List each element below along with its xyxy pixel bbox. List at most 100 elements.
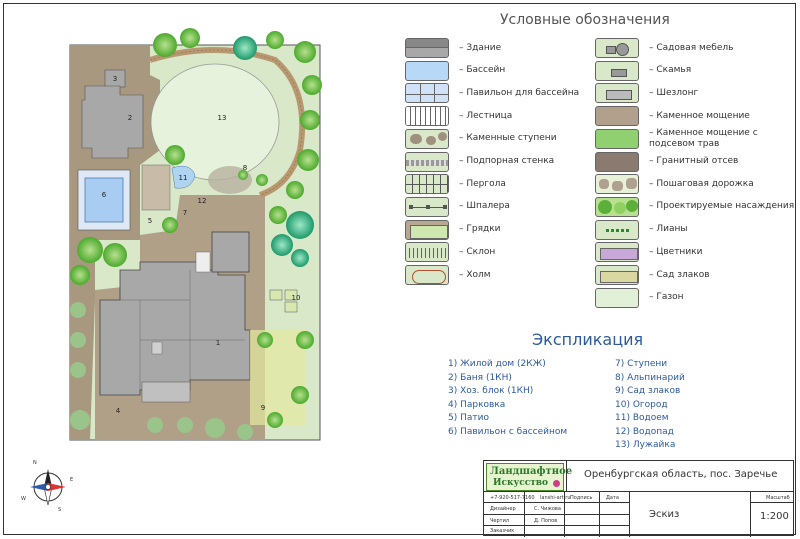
legend-label: – Цветники bbox=[649, 246, 703, 257]
scale-label: Масштаб bbox=[766, 495, 790, 501]
legend-label: – Гранитный отсев bbox=[649, 156, 739, 166]
plan-label-6: 6 bbox=[102, 191, 107, 199]
explication-item-left-3: 4) Парковка bbox=[448, 399, 506, 410]
legend-item-right-0: – Садовая мебель bbox=[595, 38, 733, 58]
stone-steps-swatch bbox=[405, 128, 449, 149]
compass-west: W bbox=[21, 496, 26, 502]
compass-north: N bbox=[33, 460, 37, 466]
col-signature: Подпись bbox=[570, 495, 593, 501]
legend-item-right-8: – Лианы bbox=[595, 219, 688, 240]
title-block: Ландшафтное Искусство Оренбургская облас… bbox=[483, 460, 794, 537]
designer-name: С. Чижова bbox=[534, 506, 561, 512]
plan-label-11: 11 bbox=[179, 174, 188, 182]
col-date: Дата bbox=[606, 495, 619, 501]
logo-line-1: Ландшафтное bbox=[490, 466, 573, 477]
legend-label: – Каменное мощение с подсевом трав bbox=[649, 127, 758, 149]
pergola-swatch bbox=[405, 174, 449, 195]
hill-swatch bbox=[405, 265, 449, 285]
explication-item-left-0: 1) Жилой дом (2КЖ) bbox=[448, 359, 546, 369]
house-porch bbox=[141, 381, 191, 403]
pool-swatch bbox=[405, 60, 449, 81]
explication-title: Экспликация bbox=[532, 330, 644, 349]
plan-label-2: 2 bbox=[128, 114, 132, 122]
legend-item-right-2: – Шезлонг bbox=[595, 83, 699, 104]
legend-label: – Пошаговая дорожка bbox=[649, 178, 754, 189]
legend-label: – Холм bbox=[459, 269, 491, 280]
stairs bbox=[195, 251, 211, 273]
scale-value: 1:200 bbox=[760, 511, 789, 522]
legend-label: – Лианы bbox=[649, 224, 688, 235]
pool-pavilion-swatch bbox=[405, 83, 449, 104]
house-wing bbox=[211, 231, 250, 273]
legend-item-left-2: – Павильон для бассейна bbox=[405, 83, 579, 104]
flowerbeds-swatch bbox=[595, 242, 639, 263]
legend-label: – Лестница bbox=[459, 110, 513, 121]
plan-label-8: 8 bbox=[243, 164, 247, 172]
plan-label-10: 10 bbox=[292, 294, 301, 302]
explication-item-right-3: 10) Огород bbox=[615, 399, 668, 410]
main-house bbox=[99, 261, 251, 396]
legend-label: – Грядки bbox=[459, 224, 501, 235]
legend-label: – Проектируемые насаждения bbox=[649, 201, 795, 212]
plan-label-3: 3 bbox=[113, 75, 117, 83]
legend-item-right-9: – Цветники bbox=[595, 242, 703, 263]
legend-item-left-7: – Шпалера bbox=[405, 196, 510, 217]
legend-item-right-6: – Пошаговая дорожка bbox=[595, 174, 754, 195]
stepping-path-swatch bbox=[595, 174, 639, 195]
explication-item-right-2: 9) Сад злаков bbox=[615, 386, 681, 396]
patio bbox=[141, 164, 171, 211]
company-phone: +7-920-517-7160 bbox=[490, 495, 535, 501]
site-plan: 1 2 3 4 5 6 7 8 9 10 11 12 13 bbox=[69, 28, 322, 441]
building-swatch bbox=[405, 38, 449, 58]
legend-item-right-1: – Скамья bbox=[595, 60, 692, 81]
sauna-building bbox=[81, 85, 144, 159]
project-location: Оренбургская область, пос. Заречье bbox=[584, 469, 778, 480]
company-logo: Ландшафтное Искусство bbox=[486, 463, 572, 491]
legend-item-right-11: – Газон bbox=[595, 287, 684, 308]
landscape-plan-sheet: 1 2 3 4 5 6 7 8 9 10 11 12 13 Условные о… bbox=[0, 0, 800, 539]
designer-role: Дизайнер bbox=[490, 506, 516, 512]
stage-label: Эскиз bbox=[649, 509, 680, 520]
logo-line-2: Искусство bbox=[493, 478, 549, 488]
legend-item-left-6: – Пергола bbox=[405, 174, 506, 195]
legend-item-right-5: – Гранитный отсев bbox=[595, 151, 739, 172]
legend-label: – Пергола bbox=[459, 178, 506, 189]
legend-item-right-4: – Каменное мощение с подсевом трав bbox=[595, 127, 774, 149]
legend-item-right-3: – Каменное мощение bbox=[595, 106, 750, 127]
legend-item-left-9: – Склон bbox=[405, 242, 495, 263]
plan-label-7: 7 bbox=[183, 209, 187, 217]
explication-item-right-6: 13) Лужайка bbox=[615, 440, 676, 450]
plan-label-5: 5 bbox=[148, 217, 152, 225]
explication-item-left-4: 5) Патио bbox=[448, 413, 489, 423]
legend-label: – Шпалера bbox=[459, 201, 510, 212]
explication-right-list: 7) Ступени 8) Альпинарий 9) Сад злаков 10) … bbox=[615, 358, 685, 453]
garden-beds-swatch bbox=[405, 219, 449, 240]
vines-swatch bbox=[595, 219, 639, 240]
plan-label-12: 12 bbox=[198, 197, 207, 205]
explication-item-right-0: 7) Ступени bbox=[615, 359, 668, 369]
bench-swatch bbox=[595, 60, 639, 81]
explication-item-left-2: 3) Хоз. блок (1КН) bbox=[448, 386, 534, 396]
legend-label: – Шезлонг bbox=[649, 87, 699, 98]
garden-furniture-swatch bbox=[595, 38, 639, 58]
legend-title: Условные обозначения bbox=[500, 12, 670, 28]
drafter-name: Д. Попов bbox=[534, 518, 558, 524]
explication-item-left-1: 2) Баня (1КН) bbox=[448, 372, 512, 383]
stone-paving-grass-swatch bbox=[595, 128, 639, 149]
explication-item-left-5: 6) Павильон с бассейном bbox=[448, 426, 568, 437]
legend-item-left-5: – Подпорная стенка bbox=[405, 151, 554, 172]
compass-east: E bbox=[70, 477, 73, 483]
explication-left-list: 1) Жилой дом (2КЖ) 2) Баня (1КН) 3) Хоз. б… bbox=[448, 358, 567, 439]
lawn-swatch bbox=[595, 287, 639, 308]
legend-item-left-3: – Лестница bbox=[405, 106, 513, 127]
legend-label: – Каменное мощение bbox=[649, 110, 750, 121]
legend-label: – Скамья bbox=[649, 65, 692, 76]
legend-item-left-0: – Здание bbox=[405, 38, 501, 58]
logo-dot bbox=[553, 480, 560, 487]
stairs-swatch bbox=[405, 106, 449, 127]
compass-rose: N E W S bbox=[21, 460, 73, 513]
legend-item-right-10: – Сад злаков bbox=[595, 265, 710, 285]
plan-label-13: 13 bbox=[218, 114, 227, 122]
customer-role: Заказчик bbox=[490, 528, 515, 534]
legend-item-right-7: – Проектируемые насаждения bbox=[595, 196, 795, 217]
